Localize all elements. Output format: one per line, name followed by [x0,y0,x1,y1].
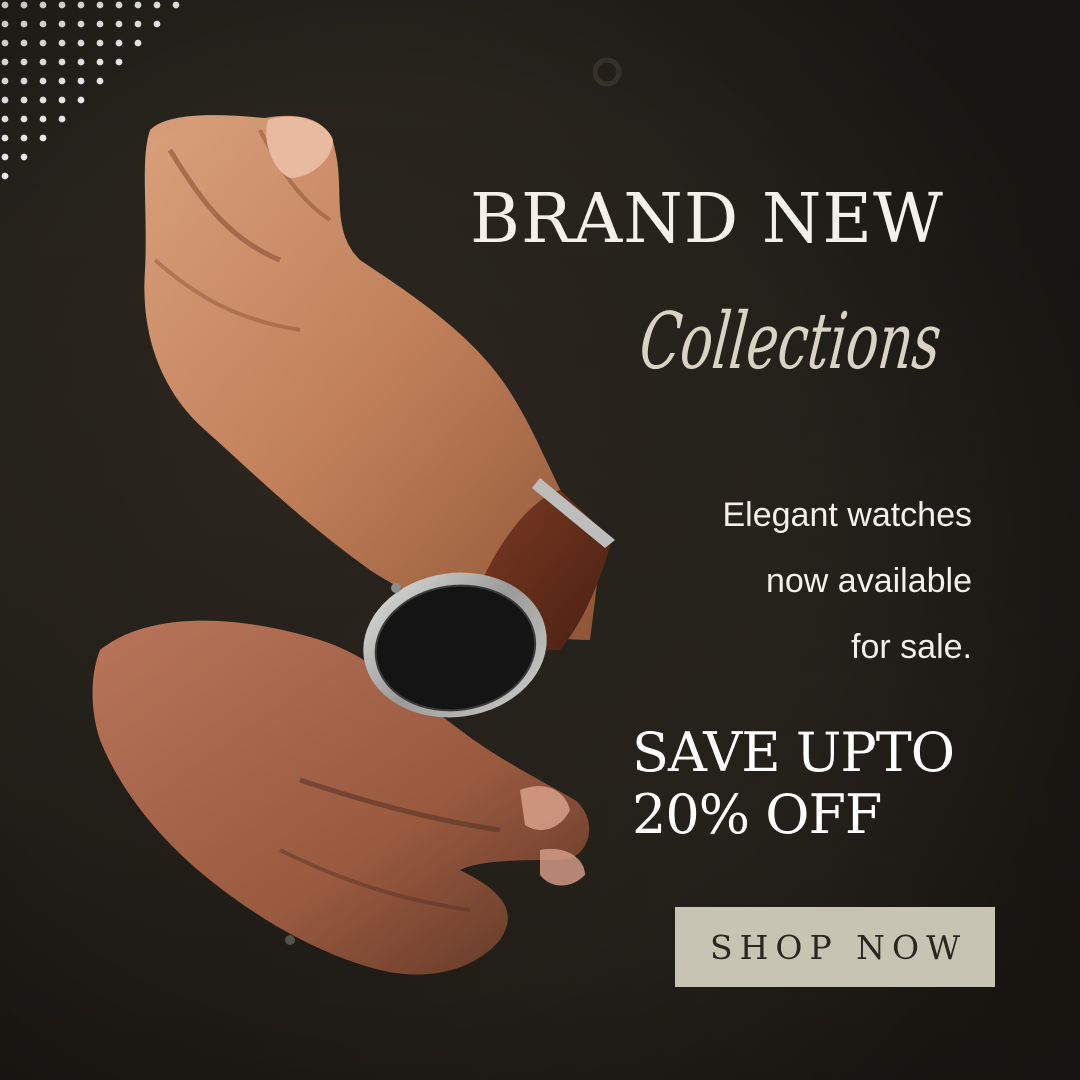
promo-banner: BRAND NEW Collections Elegant watches no… [0,0,1080,1080]
headline-brand-new: BRAND NEW [470,180,944,259]
description: Elegant watches now available for sale. [552,482,973,680]
description-line: Elegant watches [722,496,973,534]
headline-script-text: Collections [640,296,945,387]
description-line: for sale. [851,628,972,666]
offer-line: SAVE UPTO [632,721,955,784]
discount-offer: SAVE UPTO 20% OFF [632,722,1052,846]
headline-collections-script: Collections [640,296,945,387]
shop-now-button[interactable]: SHOP NOW [675,907,995,987]
description-line: now available [765,562,972,600]
offer-line: 20% OFF [632,783,882,846]
